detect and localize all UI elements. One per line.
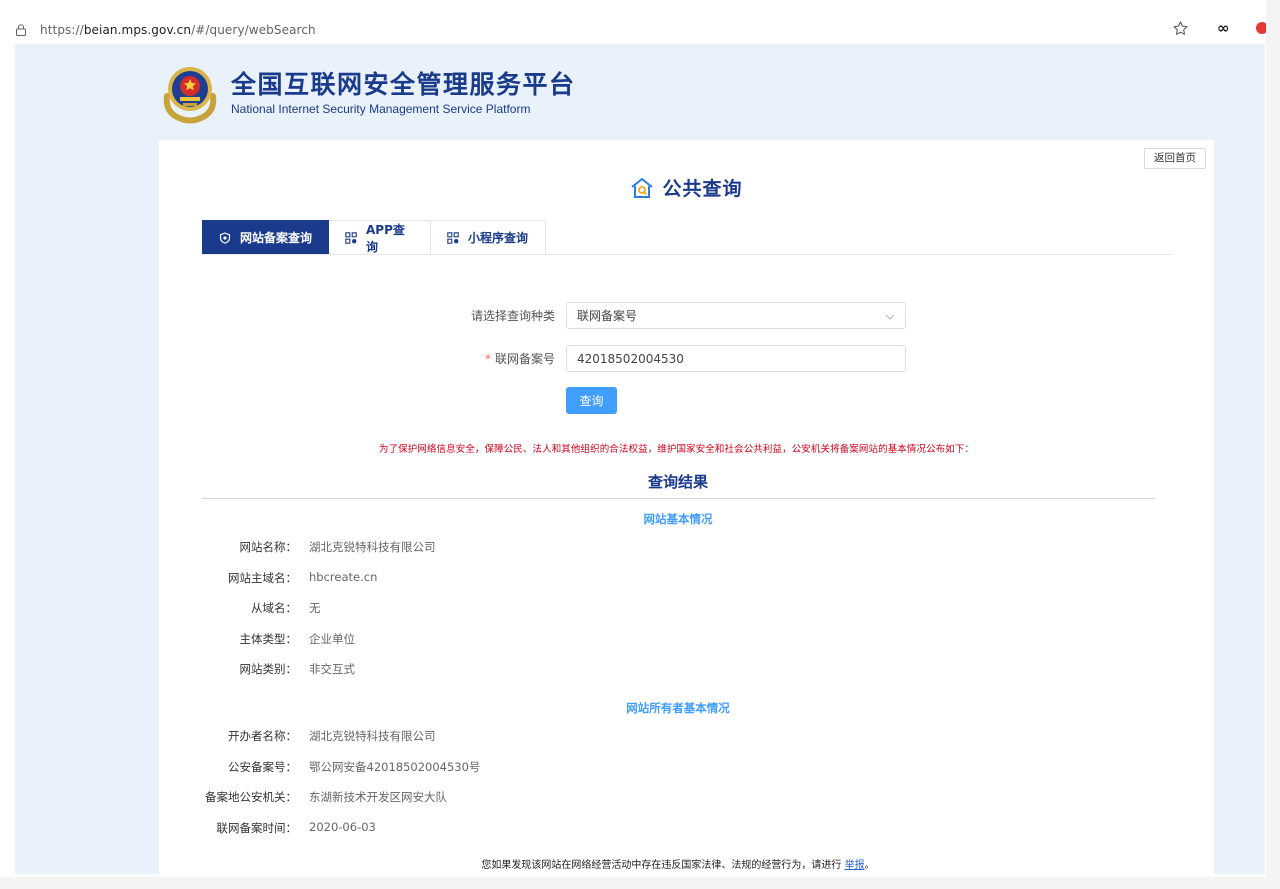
field-value: 湖北克锐特科技有限公司 (309, 729, 436, 743)
tab-label: 小程序查询 (468, 231, 529, 245)
result-divider (202, 498, 1155, 499)
url-scheme: https:// (40, 22, 84, 37)
bookmark-star-icon[interactable] (1172, 20, 1190, 38)
filing-number-label: * 联网备案号 (446, 350, 566, 367)
result-row: 网站主域名： hbcreate.cn (189, 570, 377, 586)
query-button[interactable]: 查询 (566, 387, 617, 414)
result-row: 从域名： 无 (189, 600, 321, 616)
field-key: 开办者名称： (228, 729, 297, 743)
url-text: https://beian.mps.gov.cn/#/query/webSear… (40, 23, 316, 37)
query-type-select[interactable]: 联网备案号 (566, 302, 906, 329)
field-value: 非交互式 (309, 662, 355, 676)
filing-number-row: * 联网备案号 42018502004530 (446, 345, 906, 372)
field-value: 湖北克锐特科技有限公司 (309, 540, 436, 554)
field-value: 无 (309, 601, 321, 615)
tab-website-filing[interactable]: 网站备案查询 (202, 220, 329, 255)
grid-icon (447, 231, 459, 244)
page-title-text: 公共查询 (662, 178, 743, 200)
report-notice: 您如果发现该网站在网络经营活动中存在违反国家法律、法规的经营行为，请进行 举报。 (159, 856, 1197, 871)
query-type-row: 请选择查询种类 联网备案号 (446, 302, 906, 329)
field-value: 2020-06-03 (309, 820, 376, 834)
report-link[interactable]: 举报 (845, 860, 865, 871)
website-section-title: 网站基本情况 (643, 512, 713, 526)
result-row: 备案地公安机关： 东湖新技术开发区网安大队 (189, 789, 447, 805)
report-notice-end: 。 (864, 860, 875, 871)
grid-icon (345, 231, 357, 244)
disclosure-notice: 为了保护网络信息安全，保障公民、法人和其他组织的合法权益，维护国家安全和社会公共… (378, 444, 975, 455)
filing-number-value: 42018502004530 (577, 351, 684, 366)
field-value: 鄂公网安备42018502004530号 (309, 760, 481, 774)
query-type-label: 请选择查询种类 (470, 309, 555, 323)
result-row: 联网备案时间： 2020-06-03 (189, 820, 376, 836)
house-search-icon (630, 177, 654, 199)
query-tabs: 网站备案查询 APP查询 小程序查询 (202, 220, 546, 255)
field-key: 网站名称： (239, 540, 298, 554)
filing-number-input[interactable]: 42018502004530 (566, 345, 906, 372)
filing-number-label-text: 联网备案号 (494, 352, 555, 366)
field-key: 网站主域名： (228, 571, 297, 585)
back-home-button[interactable]: 返回首页 (1144, 148, 1206, 169)
result-title: 查询结果 (647, 473, 708, 491)
extension-icon[interactable]: ∞ (1217, 19, 1230, 37)
window-edge (1266, 0, 1280, 889)
site-brand[interactable]: 全国互联网安全管理服务平台 National Internet Security… (161, 62, 576, 124)
field-key: 备案地公安机关： (205, 790, 297, 804)
field-value: hbcreate.cn (309, 570, 378, 584)
result-row: 开办者名称： 湖北克锐特科技有限公司 (189, 728, 436, 744)
tab-mini-program[interactable]: 小程序查询 (431, 220, 546, 255)
result-row: 公安备案号： 鄂公网安备42018502004530号 (189, 759, 480, 775)
field-key: 联网备案时间： (216, 821, 298, 835)
field-value: 企业单位 (309, 632, 355, 646)
result-row: 主体类型： 企业单位 (189, 631, 356, 647)
field-key: 公安备案号： (228, 760, 297, 774)
required-mark: * (484, 352, 491, 366)
site-subtitle: National Internet Security Management Se… (231, 102, 531, 116)
chevron-down-icon (885, 311, 895, 321)
url-path: /#/query/webSearch (191, 22, 316, 37)
shield-icon (219, 231, 231, 244)
report-notice-text: 您如果发现该网站在网络经营活动中存在违反国家法律、法规的经营行为，请进行 (481, 860, 845, 871)
query-card: 返回首页 公共查询 网站备案查询 APP查询 小程序查询 请选择查询种类 联网备… (159, 140, 1214, 874)
page-title: 公共查询 (159, 174, 1214, 201)
tab-app[interactable]: APP查询 (329, 220, 431, 255)
field-key: 主体类型： (239, 632, 298, 646)
result-row: 网站名称： 湖北克锐特科技有限公司 (189, 539, 436, 555)
tab-label: APP查询 (366, 222, 405, 254)
url-host: beian.mps.gov.cn (83, 22, 192, 37)
address-bar[interactable]: https://beian.mps.gov.cn/#/query/webSear… (10, 16, 1200, 43)
page-content: 全国互联网安全管理服务平台 National Internet Security… (15, 44, 1265, 874)
lock-icon (16, 24, 26, 36)
tab-divider (202, 254, 1172, 255)
field-key: 网站类别： (239, 662, 298, 676)
window-edge (0, 877, 1280, 889)
field-value: 东湖新技术开发区网安大队 (309, 790, 447, 804)
field-key: 从域名： (251, 601, 297, 615)
query-type-value: 联网备案号 (577, 309, 638, 323)
site-title: 全国互联网安全管理服务平台 (231, 70, 576, 99)
tab-label: 网站备案查询 (240, 231, 313, 245)
police-emblem-icon (161, 62, 219, 124)
browser-window: https://beian.mps.gov.cn/#/query/webSear… (0, 0, 1280, 889)
result-row: 网站类别： 非交互式 (189, 661, 356, 677)
owner-section-title: 网站所有者基本情况 (626, 701, 730, 715)
